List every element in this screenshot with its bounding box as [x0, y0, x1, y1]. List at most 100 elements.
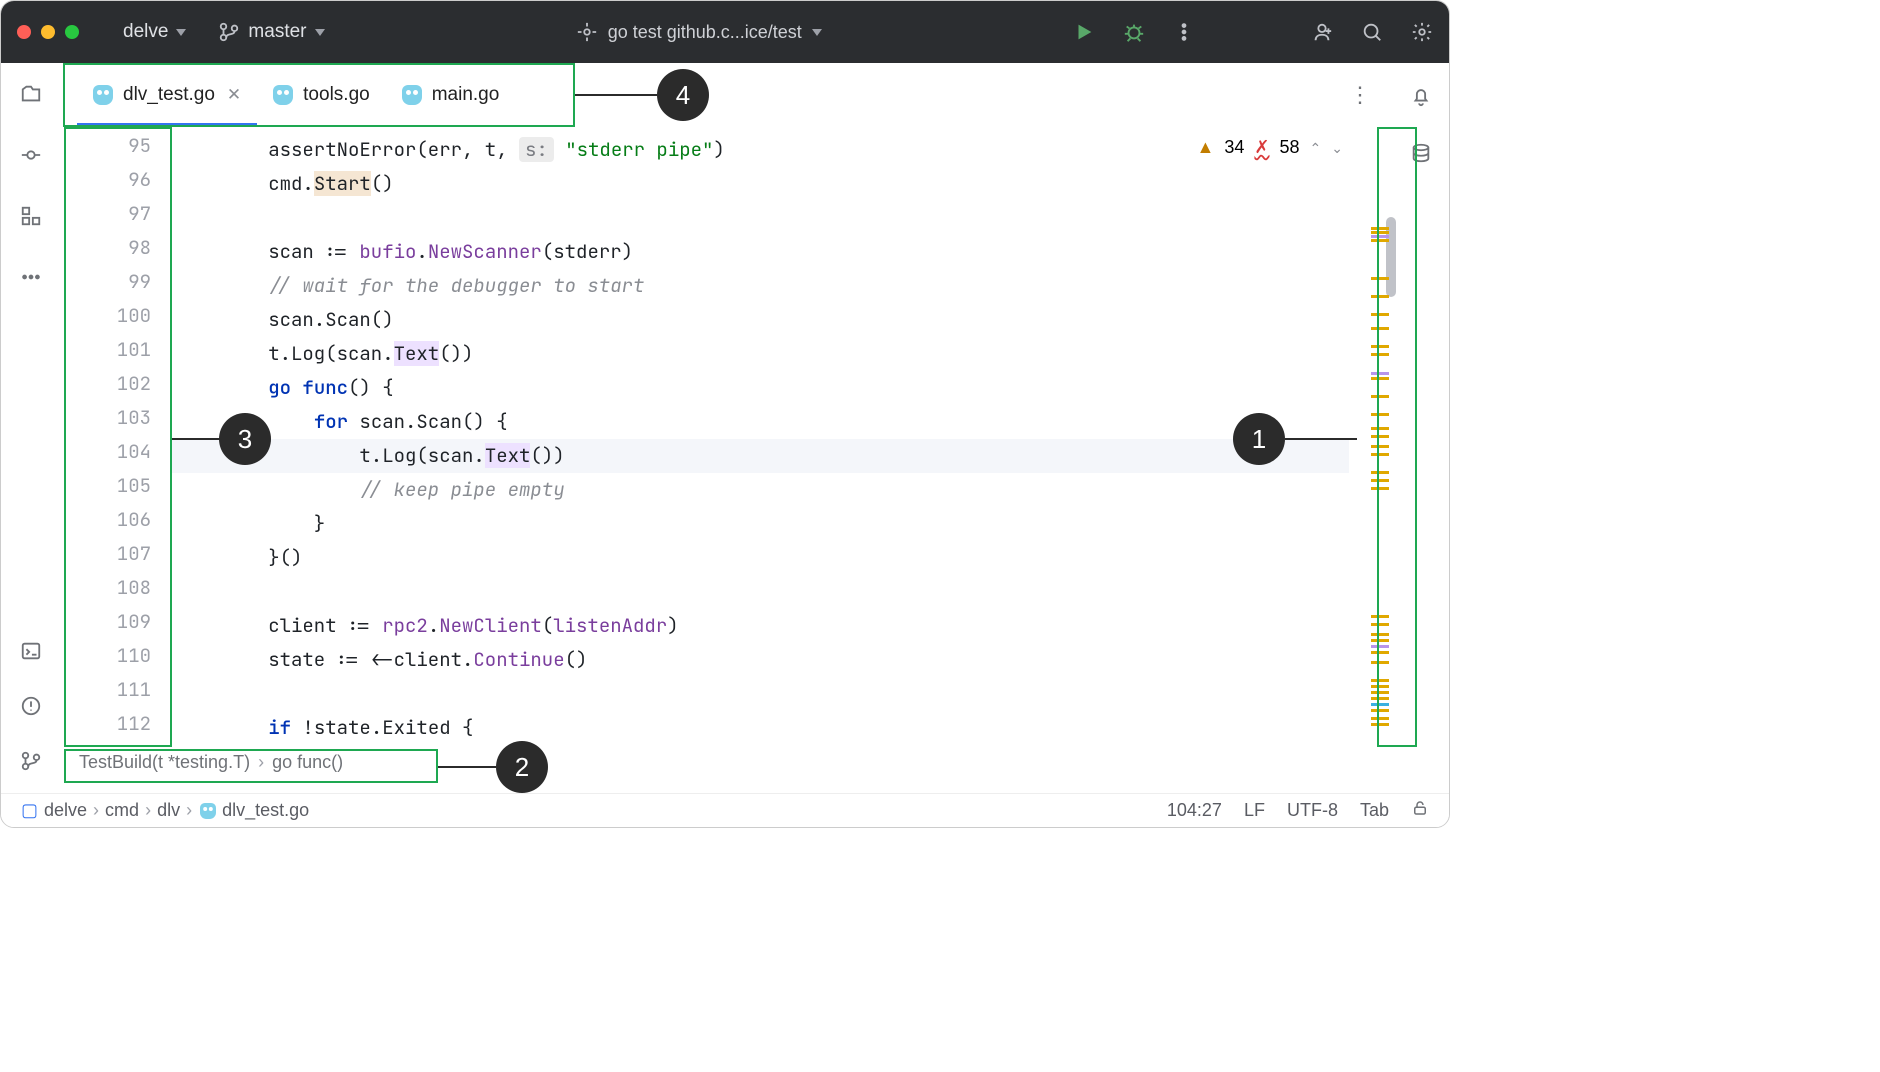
marker-stripe[interactable] [1371, 327, 1389, 330]
line-number[interactable]: 99 [61, 269, 151, 294]
code-line[interactable]: for scan.Scan() { [171, 405, 1349, 439]
code-line[interactable]: } [171, 507, 1349, 541]
file-encoding[interactable]: UTF-8 [1287, 800, 1338, 821]
marker-stripe[interactable] [1371, 691, 1389, 694]
marker-stripe[interactable] [1371, 313, 1389, 316]
code-line[interactable]: scan := bufio.NewScanner(stderr) [171, 235, 1349, 269]
prev-highlight-icon[interactable] [1310, 137, 1322, 158]
close-window-icon[interactable] [17, 25, 31, 39]
terminal-tool-icon[interactable] [20, 640, 42, 667]
editor-tab[interactable]: main.go [386, 63, 516, 127]
line-number[interactable]: 105 [61, 473, 151, 498]
gutter[interactable]: 9596979899100101102103104105106107108109… [61, 127, 171, 745]
database-tool-icon[interactable] [1410, 142, 1432, 169]
code-line[interactable]: t.Log(scan.Text()) [171, 337, 1349, 371]
line-number[interactable]: 111 [61, 677, 151, 702]
line-number[interactable]: 109 [61, 609, 151, 634]
marker-stripe[interactable] [1371, 679, 1389, 682]
line-number[interactable]: 96 [61, 167, 151, 192]
code-line[interactable]: t.Log(scan.Text()) [171, 439, 1349, 473]
marker-stripe[interactable] [1371, 703, 1389, 706]
marker-stripe[interactable] [1371, 651, 1389, 654]
nav-crumb[interactable]: delve [44, 800, 87, 821]
commit-tool-icon[interactable] [20, 144, 42, 171]
breadcrumb-item[interactable]: TestBuild(t *testing.T) [79, 752, 250, 773]
editor-tab[interactable]: dlv_test.go✕ [77, 63, 257, 127]
code-line[interactable]: }() [171, 541, 1349, 575]
debug-button[interactable] [1123, 21, 1145, 43]
nav-crumb[interactable]: dlv [157, 800, 180, 821]
line-separator[interactable]: LF [1244, 800, 1265, 821]
close-tab-icon[interactable]: ✕ [227, 85, 241, 105]
marker-stripe[interactable] [1371, 277, 1389, 280]
line-number[interactable]: 102 [61, 371, 151, 396]
readonly-toggle-icon[interactable] [1411, 799, 1429, 822]
code-line[interactable]: // keep pipe empty [171, 473, 1349, 507]
marker-stripe[interactable] [1371, 479, 1389, 482]
marker-stripe[interactable] [1371, 372, 1389, 375]
marker-bar[interactable] [1365, 127, 1393, 745]
minimize-window-icon[interactable] [41, 25, 55, 39]
marker-stripe[interactable] [1371, 227, 1389, 230]
marker-stripe[interactable] [1371, 615, 1389, 618]
code-line[interactable]: assertNoError(err, t, s: "stderr pipe") [171, 133, 1349, 167]
code-line[interactable]: scan.Scan() [171, 303, 1349, 337]
code-line[interactable]: // wait for the debugger to start [171, 269, 1349, 303]
marker-stripe[interactable] [1371, 685, 1389, 688]
editor-tab[interactable]: tools.go [257, 63, 386, 127]
marker-stripe[interactable] [1371, 345, 1389, 348]
project-dropdown[interactable]: delve [123, 21, 186, 43]
inspections-widget[interactable]: ▲ 34 ✗ 58 [1197, 137, 1343, 158]
marker-stripe[interactable] [1371, 445, 1389, 448]
problems-tool-icon[interactable] [20, 695, 42, 722]
marker-stripe[interactable] [1371, 697, 1389, 700]
line-number[interactable]: 103 [61, 405, 151, 430]
code-area[interactable]: assertNoError(err, t, s: "stderr pipe") … [171, 127, 1349, 745]
line-number[interactable]: 101 [61, 337, 151, 362]
tab-list-button[interactable]: ⋮ [1349, 82, 1371, 108]
marker-stripe[interactable] [1371, 239, 1389, 242]
line-number[interactable]: 100 [61, 303, 151, 328]
marker-stripe[interactable] [1371, 623, 1389, 626]
run-config-dropdown[interactable]: go test github.c...ice/test [339, 21, 1060, 43]
marker-stripe[interactable] [1371, 395, 1389, 398]
code-line[interactable]: cmd.Start() [171, 167, 1349, 201]
indent-mode[interactable]: Tab [1360, 800, 1389, 821]
vcs-tool-icon[interactable] [20, 750, 42, 777]
settings-icon[interactable] [1411, 21, 1433, 43]
marker-stripe[interactable] [1371, 413, 1389, 416]
line-number[interactable]: 107 [61, 541, 151, 566]
breadcrumb-item[interactable]: go func() [272, 752, 343, 773]
marker-stripe[interactable] [1371, 709, 1389, 712]
marker-stripe[interactable] [1371, 377, 1389, 380]
marker-stripe[interactable] [1371, 661, 1389, 664]
code-with-me-icon[interactable] [1311, 21, 1333, 43]
structure-tool-icon[interactable] [20, 205, 42, 232]
line-number[interactable]: 112 [61, 711, 151, 736]
marker-stripe[interactable] [1371, 295, 1389, 298]
code-line[interactable]: if !state.Exited { [171, 711, 1349, 745]
line-number[interactable]: 110 [61, 643, 151, 668]
line-number[interactable]: 97 [61, 201, 151, 226]
branch-dropdown[interactable]: master [218, 21, 324, 43]
marker-stripe[interactable] [1371, 487, 1389, 490]
nav-crumb[interactable]: dlv_test.go [222, 800, 309, 821]
next-highlight-icon[interactable] [1331, 137, 1343, 158]
marker-stripe[interactable] [1371, 427, 1389, 430]
search-everywhere-icon[interactable] [1361, 21, 1383, 43]
marker-stripe[interactable] [1371, 235, 1389, 238]
line-number[interactable]: 104 [61, 439, 151, 464]
marker-stripe[interactable] [1371, 633, 1389, 636]
marker-stripe[interactable] [1371, 639, 1389, 642]
line-number[interactable]: 98 [61, 235, 151, 260]
marker-stripe[interactable] [1371, 471, 1389, 474]
code-line[interactable]: client := rpc2.NewClient(listenAddr) [171, 609, 1349, 643]
more-tools-icon[interactable] [20, 266, 42, 293]
caret-position[interactable]: 104:27 [1167, 800, 1222, 821]
marker-stripe[interactable] [1371, 723, 1389, 726]
marker-stripe[interactable] [1371, 453, 1389, 456]
more-actions-button[interactable] [1173, 21, 1195, 43]
maximize-window-icon[interactable] [65, 25, 79, 39]
marker-stripe[interactable] [1371, 435, 1389, 438]
line-number[interactable]: 108 [61, 575, 151, 600]
